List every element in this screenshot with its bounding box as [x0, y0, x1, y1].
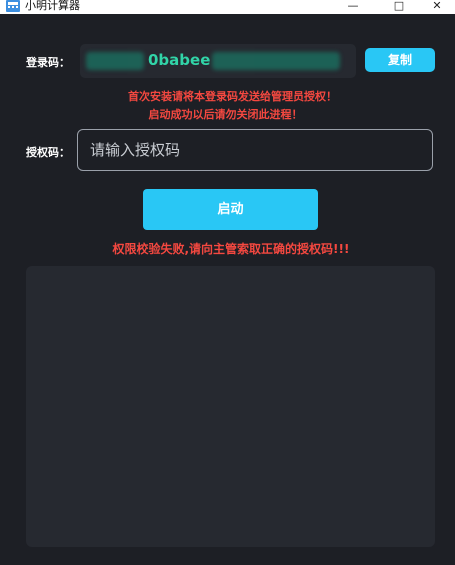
process-notice: 启动成功以后请勿关闭此进程！ — [148, 108, 303, 121]
redacted-segment — [212, 52, 340, 70]
redacted-segment — [86, 52, 144, 70]
auth-code-input[interactable] — [77, 129, 433, 171]
title-bar: 小明计算器 — □ ✕ — [0, 0, 455, 14]
login-code-label: 登录码： — [26, 56, 70, 69]
auth-code-label: 授权码： — [26, 146, 70, 159]
login-code-field[interactable]: 0babee — [80, 44, 356, 78]
copy-button[interactable]: 复制 — [365, 48, 435, 72]
log-area[interactable] — [26, 266, 435, 547]
login-code-value: 0babee — [148, 51, 211, 69]
error-message: 权限校验失败,请向主管索取正确的授权码!!! — [112, 242, 350, 256]
start-button[interactable]: 启动 — [143, 189, 318, 230]
window-title: 小明计算器 — [25, 0, 80, 12]
app-icon — [6, 0, 20, 12]
close-button[interactable]: ✕ — [414, 0, 455, 14]
minimize-button[interactable]: — — [330, 0, 376, 14]
install-notice: 首次安装请将本登录码发送给管理员授权！ — [128, 90, 337, 103]
main-panel: 登录码： 0babee 复制 首次安装请将本登录码发送给管理员授权！ 启动成功以… — [0, 14, 455, 565]
